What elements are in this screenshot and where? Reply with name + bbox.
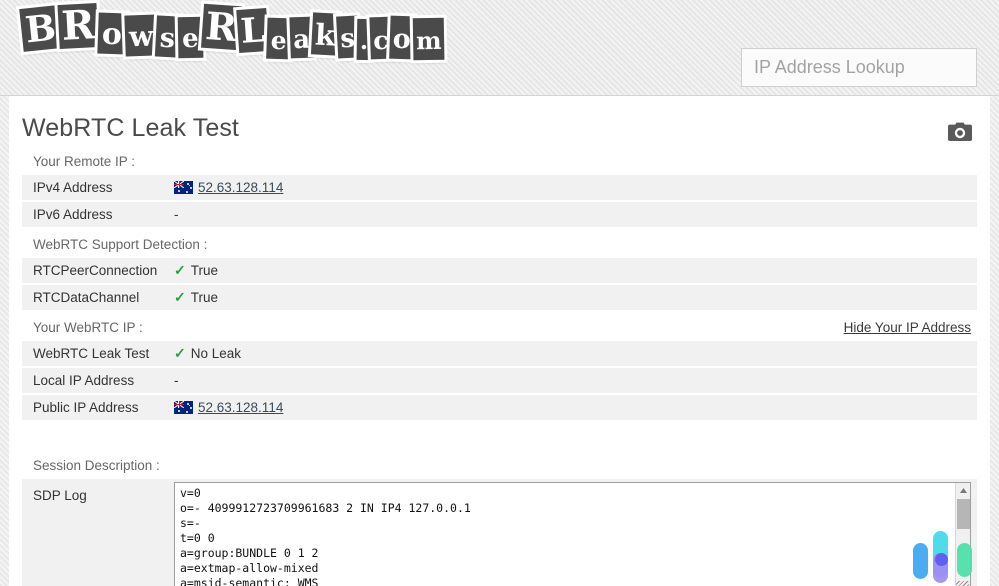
section-remote-ip: Your Remote IP : IPv4 Address 52.63.128.… <box>22 148 977 229</box>
sdp-scrollbar[interactable] <box>955 483 970 586</box>
row-key: Local IP Address <box>33 373 135 388</box>
row-key: RTCPeerConnection <box>33 263 158 278</box>
section-session-description: Session Description : SDP Log v=0 o=- 40… <box>22 452 977 586</box>
row-value: - <box>174 207 179 222</box>
row-value: ✓ True <box>174 262 977 279</box>
row-key: Public IP Address <box>33 400 139 415</box>
logo-char: a <box>289 16 314 58</box>
section-label-webrtc-ip: Your WebRTC IP : Hide Your IP Address <box>22 314 977 341</box>
ipv4-address-link[interactable]: 52.63.128.114 <box>198 180 283 195</box>
logo-char: w <box>124 13 158 57</box>
section-webrtc-ip: Your WebRTC IP : Hide Your IP Address We… <box>22 314 977 422</box>
row-value-text: True <box>190 290 218 305</box>
camera-icon[interactable] <box>948 122 972 142</box>
australia-flag-icon <box>174 181 193 194</box>
logo-char: e <box>266 17 292 59</box>
table-row: WebRTC Leak Test ✓ No Leak <box>22 341 977 368</box>
row-key: RTCDataChannel <box>33 290 140 305</box>
row-value-text: No Leak <box>190 346 242 361</box>
logo-char: e <box>177 16 203 58</box>
check-icon: ✓ <box>174 345 186 361</box>
table-row: IPv6 Address - <box>22 202 977 229</box>
australia-flag-icon <box>174 401 193 414</box>
page-content: WebRTC Leak Test Your Remote IP : IPv4 A… <box>9 96 990 586</box>
search-box[interactable] <box>741 48 994 87</box>
page-title: WebRTC Leak Test <box>22 114 239 142</box>
row-value: 52.63.128.114 <box>174 180 977 195</box>
row-key: SDP Log <box>33 488 87 503</box>
row-key: WebRTC Leak Test <box>33 346 150 361</box>
check-icon: ✓ <box>174 262 186 278</box>
table-row: RTCDataChannel ✓ True <box>22 285 977 312</box>
table-row: IPv4 Address 52.63.128.114 <box>22 175 977 202</box>
scroll-up-arrow-icon[interactable] <box>956 483 971 498</box>
section-label-support-detection: WebRTC Support Detection : <box>22 231 977 258</box>
sdp-log-textarea[interactable]: v=0 o=- 4099912723709961683 2 IN IP4 127… <box>174 482 971 586</box>
search-input[interactable] <box>742 57 994 78</box>
section-label-session-description: Session Description : <box>22 452 977 479</box>
row-key: IPv6 Address <box>33 207 113 222</box>
logo-char: o <box>389 15 415 59</box>
section-label-remote-ip: Your Remote IP : <box>22 148 977 175</box>
row-value: ✓ True <box>174 289 977 306</box>
table-row: RTCPeerConnection ✓ True <box>22 258 977 285</box>
logo-char: o <box>97 12 127 54</box>
sdp-log-row: SDP Log v=0 o=- 4099912723709961683 2 IN… <box>22 479 977 586</box>
row-value: - <box>174 373 179 388</box>
logo-char: B <box>19 4 62 52</box>
table-row: Local IP Address - <box>22 368 977 395</box>
resize-grip[interactable] <box>956 581 969 586</box>
site-logo[interactable]: BR o w s e RL e a k s. c o m <box>19 1 446 84</box>
logo-char: L <box>236 7 270 53</box>
public-ip-address-link[interactable]: 52.63.128.114 <box>198 400 283 415</box>
site-header: BR o w s e RL e a k s. c o m <box>0 0 999 96</box>
row-key: IPv4 Address <box>33 180 113 195</box>
logo-char: m <box>412 17 446 61</box>
logo-char: R <box>57 1 100 50</box>
logo-char: R <box>200 3 242 51</box>
logo-char: k <box>310 12 340 56</box>
search-button[interactable] <box>994 49 999 86</box>
row-value-text: True <box>190 263 218 278</box>
row-value: 52.63.128.114 <box>174 400 977 415</box>
logo-char: s <box>335 15 359 59</box>
check-icon: ✓ <box>174 289 186 305</box>
section-support-detection: WebRTC Support Detection : RTCPeerConnec… <box>22 231 977 312</box>
sdp-log-container: v=0 o=- 4099912723709961683 2 IN IP4 127… <box>174 479 977 586</box>
row-value: ✓ No Leak <box>174 345 977 362</box>
logo-char: s <box>154 14 180 58</box>
table-row: Public IP Address 52.63.128.114 <box>22 395 977 422</box>
hide-ip-address-link[interactable]: Hide Your IP Address <box>844 320 977 335</box>
scrollbar-thumb[interactable] <box>957 499 970 529</box>
